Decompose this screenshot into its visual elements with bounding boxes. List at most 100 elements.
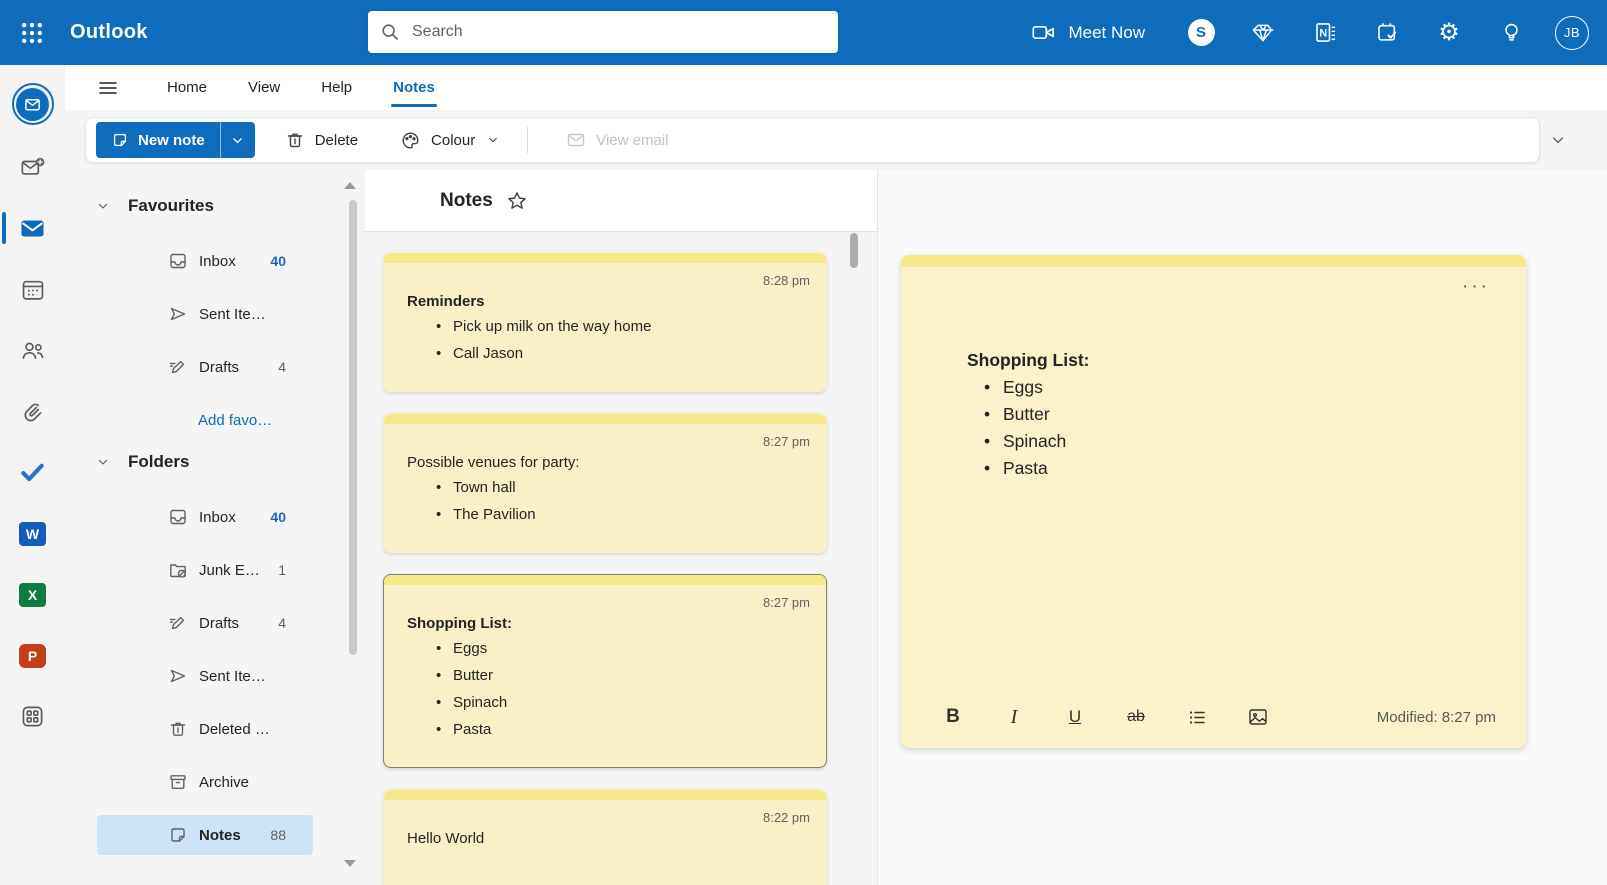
folder-item[interactable]: Archive [97,762,313,802]
tab-notes[interactable]: Notes [383,65,445,110]
folder-item[interactable]: Sent Ite… [97,656,313,696]
search-icon [380,22,400,42]
rail-mail-icon[interactable] [0,198,65,259]
junk-icon [168,560,188,580]
folder-label: Sent Ite… [199,305,266,323]
new-note-button[interactable]: New note [96,122,220,158]
folder-item[interactable]: Inbox 40 [97,241,313,281]
note-editor-bullets: EggsButterSpinachPasta [967,374,1486,482]
rail-calendar-icon[interactable] [0,259,65,320]
note-time: 8:28 pm [763,273,810,288]
rail-excel-icon[interactable]: X [0,564,65,625]
hamburger-menu-icon[interactable] [95,75,121,101]
note-card[interactable]: 8:27 pm Possible venues for party: Town … [383,413,827,553]
folder-item[interactable]: Junk E… 1 [97,550,313,590]
rail-people-icon[interactable] [0,320,65,381]
ribbon-tab-row: Home View Help Notes [65,65,1607,110]
delete-button[interactable]: Delete [273,122,370,158]
note-color-strip [384,414,826,424]
todo-check-icon [19,459,46,486]
notes-list-scrollbar[interactable] [850,233,858,268]
tab-label: View [248,79,281,96]
strikethrough-icon[interactable]: ab [1120,701,1152,733]
underline-icon[interactable]: U [1059,701,1091,733]
modified-timestamp: Modified: 8:27 pm [1376,708,1496,726]
bold-icon[interactable]: B [937,701,969,733]
note-editor-pane: ··· Shopping List: EggsButterSpinachPast… [877,170,1607,885]
rail-new-mail-icon[interactable] [0,137,65,198]
note-title: Hello World [407,830,485,847]
avatar[interactable]: JB [1555,15,1589,50]
note-bullet-item: Call Jason [436,340,810,367]
editor-bullet-item: Spinach [984,428,1486,455]
more-options-icon[interactable]: ··· [1462,277,1490,296]
meet-now-button[interactable]: Meet Now [1031,20,1145,45]
note-icon [168,825,188,845]
folder-label: Inbox [199,252,236,270]
chevron-down-icon [231,134,244,147]
app-launcher-waffle-icon[interactable] [8,9,56,57]
folder-item[interactable]: Drafts 4 [97,603,313,643]
insert-image-icon[interactable] [1242,701,1274,733]
meet-now-label: Meet Now [1068,22,1145,42]
tips-lightbulb-icon[interactable] [1491,10,1531,56]
folder-item[interactable]: Deleted … [97,709,313,749]
rail-todo-check-icon[interactable] [0,442,65,503]
scroll-down-arrow[interactable] [344,860,356,867]
folder-count: 4 [278,359,286,375]
excel-icon: X [19,582,46,607]
folder-item[interactable]: Notes 88 [97,815,313,855]
note-card[interactable]: 8:22 pm Hello World [383,789,827,885]
folder-section-header[interactable]: Favourites [65,184,365,228]
send-icon [168,304,188,324]
star-icon[interactable] [506,190,528,212]
note-title: Shopping List: [407,615,512,632]
ribbon-collapse-chevron-icon[interactable] [1550,132,1566,148]
search-input[interactable] [410,22,826,42]
section-label: Folders [128,452,190,471]
rail-outlook-logo[interactable] [0,71,65,137]
add-favourite-link[interactable]: Add favo… [65,400,365,440]
rail-more-apps-icon[interactable] [0,686,65,747]
folder-count: 4 [278,615,286,631]
bullet-list-icon[interactable] [1181,701,1213,733]
onenote-feed-icon[interactable]: N [1305,10,1345,56]
italic-icon[interactable]: I [998,701,1030,733]
note-editor-content[interactable]: Shopping List: EggsButterSpinachPasta [967,347,1486,482]
tab-label: Home [167,79,208,96]
ribbon-toolbar: New note Delete Colour View email [85,117,1540,163]
content-row: Favourites Inbox 40 Sent Ite… Drafts 4 Add fav… [65,170,1607,885]
notes-list-pane: Notes 8:28 pm Reminders Pick up milk on … [365,170,877,885]
new-note-dropdown-button[interactable] [219,122,255,158]
skype-icon[interactable]: S [1181,10,1221,56]
note-bullets: EggsButterSpinachPasta [407,635,810,743]
note-card[interactable]: 8:27 pm Shopping List: EggsButterSpinach… [383,574,827,768]
settings-gear-icon[interactable]: ⚙ [1429,10,1469,56]
scroll-up-arrow[interactable] [344,182,356,189]
note-color-strip [384,575,826,585]
search-box[interactable] [368,11,838,53]
folder-pane-scrollbar[interactable] [349,200,357,655]
folder-section-header[interactable]: Folders [65,440,365,484]
envelope-icon [566,130,586,150]
tab-help[interactable]: Help [311,65,362,110]
notes-card-list: 8:28 pm Reminders Pick up milk on the wa… [365,232,877,885]
colour-button[interactable]: Colour [388,122,511,158]
folder-item[interactable]: Inbox 40 [97,497,313,537]
note-card[interactable]: 8:28 pm Reminders Pick up milk on the wa… [383,252,827,392]
tab-view[interactable]: View [238,65,290,110]
top-bar: Outlook Meet Now S N ⚙ JB [0,0,1607,65]
folder-item[interactable]: Sent Ite… [97,294,313,334]
rail-attachments-icon[interactable] [0,381,65,442]
todo-checklist-icon[interactable] [1367,10,1407,56]
rail-powerpoint-icon[interactable]: P [0,625,65,686]
premium-diamond-icon[interactable] [1243,10,1283,56]
tab-home[interactable]: Home [157,65,217,110]
folder-item[interactable]: Drafts 4 [97,347,313,387]
folder-count: 40 [270,509,286,525]
rail-word-icon[interactable]: W [0,503,65,564]
svg-text:N: N [1319,27,1327,39]
chevron-down-icon [96,455,110,469]
folder-label: Inbox [199,508,236,526]
view-email-button[interactable]: View email [554,122,680,158]
